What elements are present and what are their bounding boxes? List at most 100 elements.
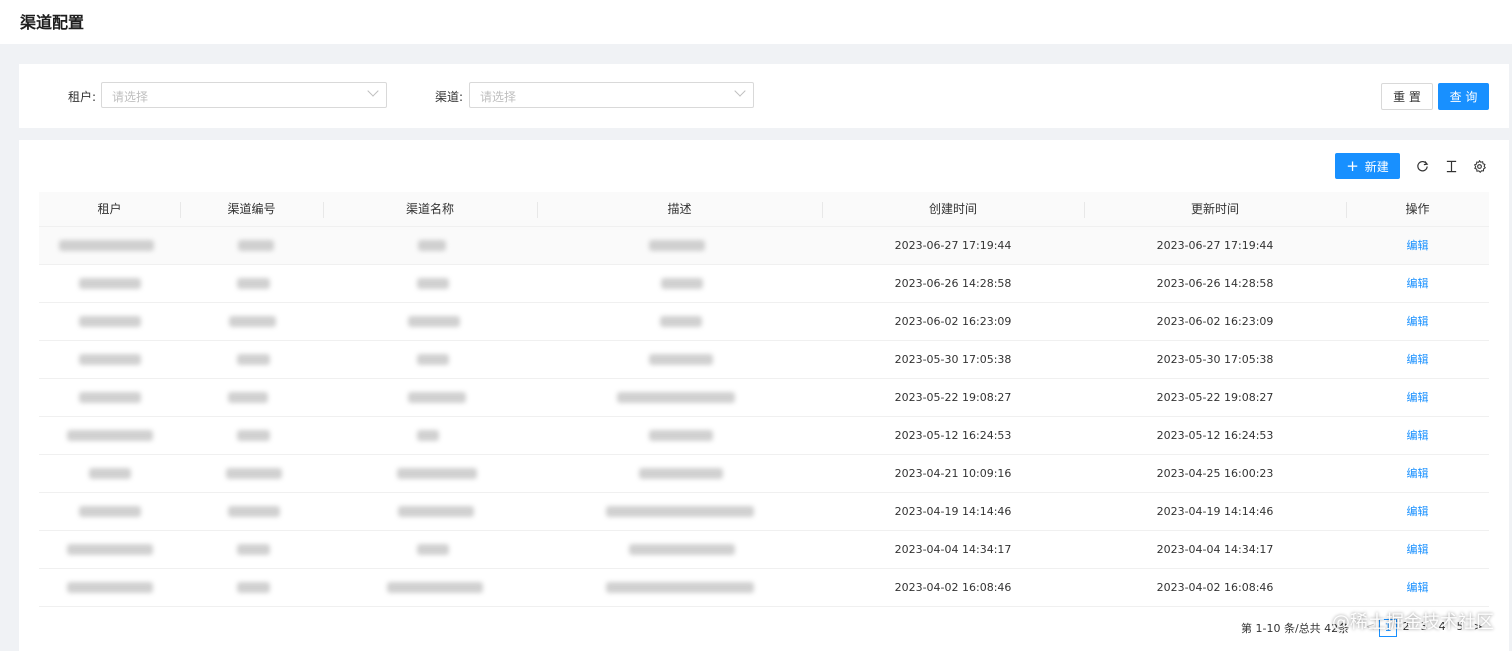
- created-time-cell: 2023-06-27 17:19:44: [894, 239, 1012, 252]
- channel-label: 渠道:: [435, 90, 464, 104]
- table-header: 租户 渠道编号 渠道名称 描述 创建时间 更新时间 操作: [39, 192, 1489, 227]
- updated-time-cell: 2023-06-02 16:23:09: [1156, 315, 1274, 328]
- redacted-cell: [59, 240, 154, 251]
- tenant-select-placeholder: 请选择: [112, 90, 149, 104]
- edit-link[interactable]: 编辑: [1407, 467, 1429, 480]
- redacted-cell: [639, 468, 723, 479]
- redacted-cell: [237, 544, 270, 555]
- updated-time-cell: 2023-05-30 17:05:38: [1156, 353, 1274, 366]
- redacted-cell: [79, 392, 141, 403]
- table-row: 2023-04-21 10:09:16 2023-04-25 16:00:23 编辑: [39, 455, 1489, 493]
- redacted-cell: [417, 354, 449, 365]
- redacted-cell: [606, 582, 754, 593]
- updated-time-cell: 2023-05-12 16:24:53: [1156, 429, 1274, 442]
- edit-link[interactable]: 编辑: [1407, 505, 1429, 518]
- redacted-cell: [606, 506, 754, 517]
- redacted-cell: [228, 506, 280, 517]
- edit-link[interactable]: 编辑: [1407, 429, 1429, 442]
- updated-time-cell: 2023-05-22 19:08:27: [1156, 391, 1274, 404]
- table-row: 2023-06-26 14:28:58 2023-06-26 14:28:58 编辑: [39, 265, 1489, 303]
- search-form: 租户: 请选择 渠道: 请选择 重 置 查 询: [19, 64, 1509, 128]
- redacted-cell: [617, 392, 735, 403]
- created-time-cell: 2023-05-30 17:05:38: [894, 353, 1012, 366]
- table-row: 2023-05-30 17:05:38 2023-05-30 17:05:38 编辑: [39, 341, 1489, 379]
- updated-time-cell: 2023-04-25 16:00:23: [1156, 467, 1274, 480]
- redacted-cell: [89, 468, 131, 479]
- redacted-cell: [67, 582, 153, 593]
- page-header: 渠道配置: [0, 0, 1512, 44]
- redacted-cell: [228, 392, 268, 403]
- updated-time-cell: 2023-04-04 14:34:17: [1156, 543, 1274, 556]
- created-time-cell: 2023-05-12 16:24:53: [894, 429, 1012, 442]
- actions-cell: 编辑: [1346, 493, 1489, 531]
- updated-time-cell: 2023-06-26 14:28:58: [1156, 277, 1274, 290]
- column-header-created-time[interactable]: 创建时间: [822, 192, 1084, 227]
- column-header-channel-name[interactable]: 渠道名称: [323, 192, 537, 227]
- actions-cell: 编辑: [1346, 569, 1489, 607]
- actions-cell: 编辑: [1346, 341, 1489, 379]
- edit-link[interactable]: 编辑: [1407, 239, 1429, 252]
- table-row: 2023-06-02 16:23:09 2023-06-02 16:23:09 编辑: [39, 303, 1489, 341]
- created-time-cell: 2023-04-19 14:14:46: [894, 505, 1012, 518]
- redacted-cell: [408, 316, 460, 327]
- watermark: @稀土掘金技术社区: [1332, 612, 1494, 633]
- redacted-cell: [417, 278, 449, 289]
- reload-icon[interactable]: [1414, 158, 1430, 174]
- edit-link[interactable]: 编辑: [1407, 353, 1429, 366]
- created-time-cell: 2023-04-21 10:09:16: [894, 467, 1012, 480]
- column-height-icon[interactable]: [1443, 158, 1459, 174]
- redacted-cell: [660, 316, 702, 327]
- redacted-cell: [661, 278, 703, 289]
- redacted-cell: [398, 506, 474, 517]
- created-time-cell: 2023-04-02 16:08:46: [894, 581, 1012, 594]
- actions-cell: 编辑: [1346, 303, 1489, 341]
- edit-link[interactable]: 编辑: [1407, 315, 1429, 328]
- created-time-cell: 2023-05-22 19:08:27: [894, 391, 1012, 404]
- redacted-cell: [237, 278, 270, 289]
- redacted-cell: [67, 544, 153, 555]
- setting-icon[interactable]: [1471, 158, 1487, 174]
- redacted-cell: [238, 240, 274, 251]
- updated-time-cell: 2023-04-02 16:08:46: [1156, 581, 1274, 594]
- channel-select[interactable]: 请选择: [469, 82, 754, 108]
- table-card: + 新建 租户 渠道编号 渠道名称 描述 创建时间 更新时间 操作 2023-0…: [19, 140, 1509, 651]
- column-header-actions: 操作: [1405, 202, 1430, 216]
- page-title: 渠道配置: [20, 13, 85, 32]
- table-row: 2023-05-22 19:08:27 2023-05-22 19:08:27 编辑: [39, 379, 1489, 417]
- column-header-updated-time[interactable]: 更新时间: [1084, 192, 1346, 227]
- table-row: 2023-05-12 16:24:53 2023-05-12 16:24:53 编辑: [39, 417, 1489, 455]
- plus-icon: +: [1346, 156, 1359, 175]
- redacted-cell: [649, 430, 713, 441]
- edit-link[interactable]: 编辑: [1407, 581, 1429, 594]
- new-button[interactable]: + 新建: [1335, 153, 1400, 179]
- reset-button[interactable]: 重 置: [1381, 83, 1433, 110]
- edit-link[interactable]: 编辑: [1407, 391, 1429, 404]
- query-button[interactable]: 查 询: [1438, 83, 1489, 110]
- redacted-cell: [649, 240, 705, 251]
- column-header-description[interactable]: 描述: [537, 192, 822, 227]
- created-time-cell: 2023-04-04 14:34:17: [894, 543, 1012, 556]
- actions-cell: 编辑: [1346, 227, 1489, 265]
- redacted-cell: [397, 468, 477, 479]
- column-header-channel-code[interactable]: 渠道编号: [180, 192, 323, 227]
- redacted-cell: [408, 392, 466, 403]
- new-button-label: 新建: [1364, 159, 1389, 174]
- actions-cell: 编辑: [1346, 455, 1489, 493]
- table-row: 2023-04-04 14:34:17 2023-04-04 14:34:17 编辑: [39, 531, 1489, 569]
- updated-time-cell: 2023-06-27 17:19:44: [1156, 239, 1274, 252]
- created-time-cell: 2023-06-02 16:23:09: [894, 315, 1012, 328]
- table-row: 2023-04-19 14:14:46 2023-04-19 14:14:46 编辑: [39, 493, 1489, 531]
- edit-link[interactable]: 编辑: [1407, 277, 1429, 290]
- channel-select-placeholder: 请选择: [480, 90, 517, 104]
- redacted-cell: [79, 354, 141, 365]
- redacted-cell: [417, 544, 449, 555]
- created-time-cell: 2023-06-26 14:28:58: [894, 277, 1012, 290]
- redacted-cell: [79, 316, 141, 327]
- edit-link[interactable]: 编辑: [1407, 543, 1429, 556]
- table-row: 2023-06-27 17:19:44 2023-06-27 17:19:44 编辑: [39, 227, 1489, 265]
- actions-cell: 编辑: [1346, 265, 1489, 303]
- redacted-cell: [226, 468, 282, 479]
- chevron-down-icon: [734, 85, 746, 97]
- tenant-select[interactable]: 请选择: [101, 82, 387, 108]
- column-header-tenant[interactable]: 租户: [39, 192, 180, 227]
